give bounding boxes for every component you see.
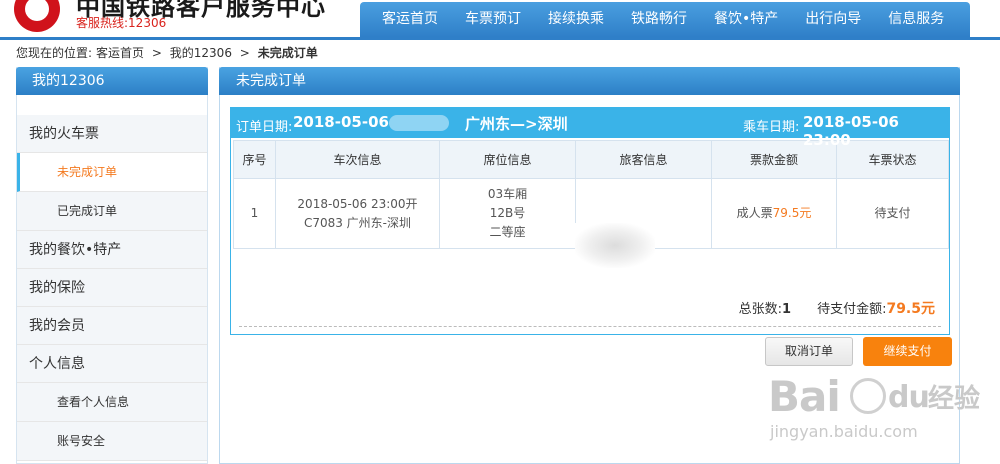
hotline-text: 客服热线:12306 [76, 16, 167, 30]
sidebar-item-my-insurance[interactable]: 我的保险 [17, 269, 207, 307]
header-divider [0, 37, 1000, 40]
column-header-passenger: 旅客信息 [575, 140, 712, 179]
redacted-passenger-name [575, 223, 655, 268]
seat-number: 12B号 [489, 206, 526, 220]
train-info: 2018-05-06 23:00开 C7083 广州东-深圳 [275, 178, 440, 249]
nav-item-transfer[interactable]: 接续换乘 [548, 2, 604, 37]
sidebar-item-my-tickets[interactable]: 我的火车票 [17, 115, 207, 153]
breadcrumb-my12306[interactable]: 我的12306 [170, 46, 232, 60]
cancel-order-button[interactable]: 取消订单 [765, 337, 853, 366]
site-header: 中国铁路客户服务中心 客服热线:12306 客运首页 车票预订 接续换乘 铁路畅… [0, 0, 1000, 40]
nav-item-travel-guide[interactable]: 出行向导 [805, 2, 861, 37]
page: 中国铁路客户服务中心 客服热线:12306 客运首页 车票预订 接续换乘 铁路畅… [0, 0, 1000, 464]
sidebar-item-my-membership[interactable]: 我的会员 [17, 307, 207, 345]
breadcrumb: 您现在的位置: 客运首页 > 我的12306 > 未完成订单 [16, 44, 322, 61]
breadcrumb-prefix: 您现在的位置: [16, 46, 93, 60]
main-nav: 客运首页 车票预订 接续换乘 铁路畅行 餐饮•特产 出行向导 信息服务 [360, 2, 970, 37]
sidebar-item-account-security[interactable]: 账号安全 [17, 422, 207, 461]
seat-info: 03车厢 12B号 二等座 [439, 178, 576, 249]
column-header-train: 车次信息 [275, 140, 440, 179]
total-count: 1 [782, 302, 792, 317]
nav-item-food[interactable]: 餐饮•特产 [714, 2, 778, 37]
order-route: 广州东—>深圳 [465, 115, 568, 133]
row-index: 1 [233, 178, 276, 249]
amount-due-label: 待支付金额: [817, 302, 887, 317]
breadcrumb-separator: > [151, 46, 162, 60]
fare-amount: 79.5元 [772, 206, 812, 220]
nav-item-info[interactable]: 信息服务 [888, 2, 944, 37]
train-number-route: C7083 广州东-深圳 [303, 215, 412, 230]
baidu-jingyan-watermark: Bai du 经验 jingyan.baidu.com [768, 372, 998, 462]
order-card: 订单日期: 2018-05-06 广州东—>深圳 乘车日期: 2018-05-0… [230, 107, 952, 366]
sidebar-item-personal-info[interactable]: 个人信息 [17, 345, 207, 383]
watermark-brand: Bai [768, 372, 841, 421]
watermark-cn: 经验 [928, 384, 981, 414]
amount-due: 79.5元 [886, 301, 935, 317]
order-date: 2018-05-06 [293, 113, 389, 131]
seat-class: 二等座 [489, 225, 526, 239]
order-summary: 总张数:1 待支付金额:79.5元 [739, 298, 935, 318]
total-count-label: 总张数: [738, 302, 783, 317]
sidebar: 我的12306 我的火车票 未完成订单 已完成订单 我的餐饮•特产 我的保险 我… [16, 67, 208, 464]
nav-item-home[interactable]: 客运首页 [382, 2, 438, 37]
sidebar-item-view-personal-info[interactable]: 查看个人信息 [17, 383, 207, 422]
breadcrumb-current: 未完成订单 [257, 46, 318, 60]
breadcrumb-separator: > [239, 46, 250, 60]
railway-logo-icon [14, 0, 60, 32]
sidebar-title: 我的12306 [16, 67, 208, 95]
continue-payment-button[interactable]: 继续支付 [863, 337, 952, 366]
breadcrumb-home[interactable]: 客运首页 [96, 46, 144, 60]
watermark-brand-suffix: du [888, 380, 930, 415]
train-departure: 2018-05-06 23:00开 [297, 196, 418, 211]
sidebar-item-unfinished-orders[interactable]: 未完成订单 [17, 153, 207, 192]
paw-icon [850, 378, 886, 414]
order-date-label: 订单日期: [236, 120, 293, 135]
travel-date-label: 乘车日期: [743, 120, 800, 135]
ticket-status: 待支付 [836, 178, 949, 249]
fare-type: 成人票 [736, 206, 773, 220]
sidebar-item-finished-orders[interactable]: 已完成订单 [17, 192, 207, 231]
seat-car: 03车厢 [487, 187, 528, 201]
watermark-url: jingyan.baidu.com [770, 422, 918, 441]
order-header: 订单日期: 2018-05-06 广州东—>深圳 乘车日期: 2018-05-0… [231, 108, 949, 149]
travel-datetime: 2018-05-06 23:00 [803, 113, 899, 149]
summary-divider [239, 326, 941, 327]
nav-item-ticket-booking[interactable]: 车票预订 [465, 2, 521, 37]
column-header-index: 序号 [233, 140, 276, 179]
main-panel-title: 未完成订单 [219, 67, 960, 95]
fare-info: 成人票79.5元 [711, 178, 837, 249]
column-header-seat: 席位信息 [439, 140, 576, 179]
redacted-order-number [389, 115, 449, 131]
nav-item-railway-pass[interactable]: 铁路畅行 [631, 2, 687, 37]
sidebar-item-my-food[interactable]: 我的餐饮•特产 [17, 231, 207, 269]
